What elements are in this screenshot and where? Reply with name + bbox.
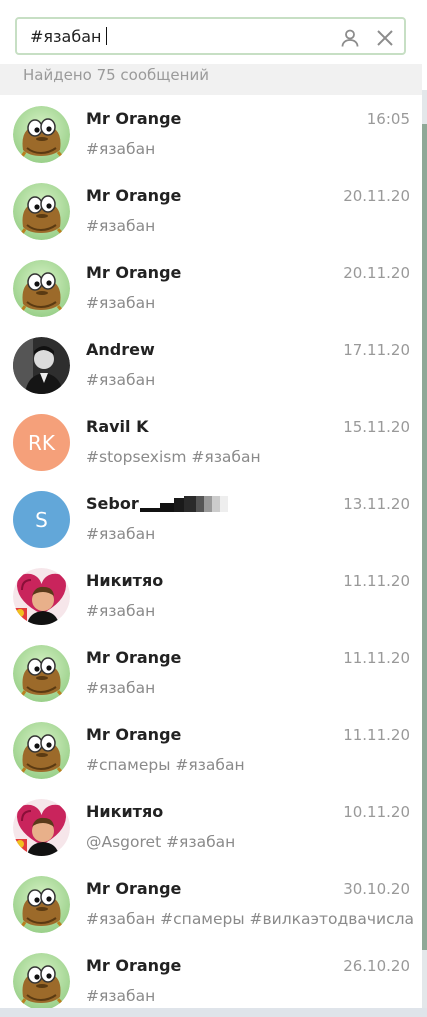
sender-name: Mr Orange xyxy=(86,725,182,744)
message-preview: #язабан xyxy=(86,371,156,389)
message-preview: #язабан xyxy=(86,602,156,620)
message-date: 11.11.20 xyxy=(343,649,410,667)
avatar xyxy=(13,876,70,933)
avatar-initials: S xyxy=(35,507,48,532)
message-date: 16:05 xyxy=(366,110,410,128)
person-icon[interactable] xyxy=(340,28,360,48)
avatar xyxy=(13,568,70,625)
message-preview: #язабан xyxy=(86,294,156,312)
sender-name: Mr Orange xyxy=(86,109,182,128)
top-band xyxy=(0,0,427,6)
search-result-item[interactable]: Никитяо 11.11.20 #язабан xyxy=(0,557,422,634)
avatar xyxy=(13,260,70,317)
search-results-list: Mr Orange 16:05 #язабан Mr Orange 20.11.20 #я… xyxy=(0,95,422,1008)
message-date: 11.11.20 xyxy=(343,726,410,744)
message-preview: #язабан xyxy=(86,525,156,543)
sender-name: Sebor xyxy=(86,494,234,516)
message-preview: #язабан xyxy=(86,987,156,1005)
message-preview: #язабан #спамеры #вилкаэтодвачисла xyxy=(86,910,415,928)
message-date: 20.11.20 xyxy=(343,264,410,282)
avatar xyxy=(13,645,70,702)
search-result-item[interactable]: Mr Orange 20.11.20 #язабан xyxy=(0,249,422,326)
message-preview: #язабан xyxy=(86,140,156,158)
sender-name: Mr Orange xyxy=(86,956,182,975)
avatar xyxy=(13,722,70,779)
scrollbar-thumb[interactable] xyxy=(422,124,427,950)
avatar: S xyxy=(13,491,70,548)
message-preview: #язабан xyxy=(86,679,156,697)
message-date: 11.11.20 xyxy=(343,572,410,590)
search-result-item[interactable]: Mr Orange 11.11.20 #язабан xyxy=(0,634,422,711)
search-result-item[interactable]: Andrew 17.11.20 #язабан xyxy=(0,326,422,403)
message-preview: #спамеры #язабан xyxy=(86,756,245,774)
sender-name: Mr Orange xyxy=(86,263,182,282)
message-preview: #язабан xyxy=(86,217,156,235)
sender-name: Mr Orange xyxy=(86,648,182,667)
search-result-item[interactable]: Никитяо 10.11.20 @Asgoret #язабан xyxy=(0,788,422,865)
search-result-item[interactable]: Mr Orange 16:05 #язабан xyxy=(0,95,422,172)
sender-name: Никитяо xyxy=(86,802,164,821)
text-caret xyxy=(106,27,108,45)
search-result-item[interactable]: Mr Orange 30.10.20 #язабан #спамеры #вилка… xyxy=(0,865,422,942)
message-date: 15.11.20 xyxy=(343,418,410,436)
search-result-item[interactable]: Mr Orange 11.11.20 #спамеры #язабан xyxy=(0,711,422,788)
message-date: 20.11.20 xyxy=(343,187,410,205)
search-input[interactable]: #язабан xyxy=(15,17,406,55)
avatar xyxy=(13,106,70,163)
bottom-band xyxy=(0,1008,427,1017)
avatar xyxy=(13,953,70,1008)
sender-name: Mr Orange xyxy=(86,879,182,898)
sender-name: Mr Orange xyxy=(86,186,182,205)
close-icon[interactable] xyxy=(375,28,395,48)
sender-name: Andrew xyxy=(86,340,155,359)
search-result-item[interactable]: S Sebor 13.11.20 #язабан xyxy=(0,480,422,557)
message-date: 10.11.20 xyxy=(343,803,410,821)
message-date: 30.10.20 xyxy=(343,880,410,898)
results-count: Найдено 75 сообщений xyxy=(23,66,209,84)
avatar xyxy=(13,799,70,856)
avatar: RK xyxy=(13,414,70,471)
sender-name: Никитяо xyxy=(86,571,164,590)
avatar xyxy=(13,337,70,394)
message-preview: @Asgoret #язабан xyxy=(86,833,236,851)
sender-name: Ravil K xyxy=(86,417,149,436)
search-result-item[interactable]: RK Ravil K 15.11.20 #stopsexism #язабан xyxy=(0,403,422,480)
search-result-item[interactable]: Mr Orange 26.10.20 #язабан xyxy=(0,942,422,1008)
message-date: 17.11.20 xyxy=(343,341,410,359)
results-count-bar: Найдено 75 сообщений xyxy=(0,64,422,95)
search-result-item[interactable]: Mr Orange 20.11.20 #язабан xyxy=(0,172,422,249)
avatar xyxy=(13,183,70,240)
message-date: 26.10.20 xyxy=(343,957,410,975)
message-preview: #stopsexism #язабан xyxy=(86,448,261,466)
redacted-name-part xyxy=(139,494,234,516)
message-date: 13.11.20 xyxy=(343,495,410,513)
avatar-initials: RK xyxy=(27,430,55,455)
search-query: #язабан xyxy=(30,27,108,46)
